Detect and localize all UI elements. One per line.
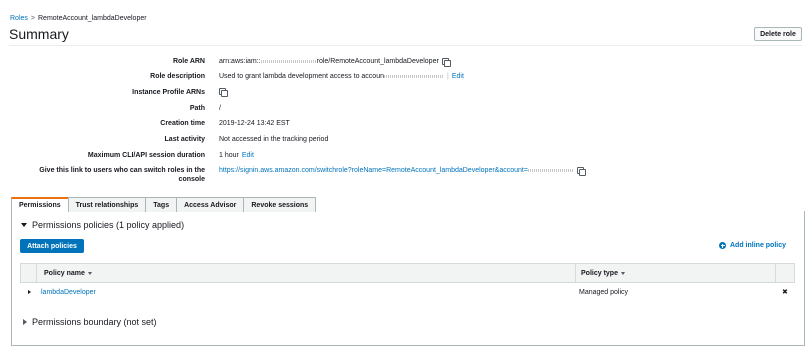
column-policy-type[interactable]: Policy type: [581, 264, 625, 283]
delete-role-button[interactable]: Delete role: [754, 27, 802, 41]
caret-right-icon: [23, 319, 27, 325]
policies-table: Policy name Policy type lambdaDeveloper …: [20, 263, 795, 301]
role-arn-label: Role ARN: [172, 58, 205, 65]
instance-profile-value: [219, 88, 228, 97]
tab-tags[interactable]: Tags: [145, 197, 178, 212]
edit-description-link[interactable]: Edit: [452, 72, 464, 81]
path-value: /: [219, 105, 221, 112]
add-circle-icon: [719, 242, 726, 249]
max-session-value: 1 hour Edit: [219, 151, 254, 160]
sort-icon: [87, 272, 92, 275]
policy-name-link[interactable]: lambdaDeveloper: [41, 283, 96, 301]
max-session-label: Maximum CLI/API session duration: [87, 152, 205, 159]
switch-role-label-line1: Give this link to users who can switch r…: [39, 167, 205, 174]
tab-permissions[interactable]: Permissions: [11, 197, 69, 212]
last-activity-value: Not accessed in the tracking period: [219, 136, 329, 143]
permissions-policies-title: Permissions policies (1 policy applied): [32, 220, 185, 230]
sort-icon: [620, 272, 625, 275]
copy-icon[interactable]: [441, 57, 451, 67]
max-session-duration: 1 hour: [219, 152, 239, 159]
tab-trust-relationships[interactable]: Trust relationships: [67, 197, 147, 212]
table-header: Policy name Policy type: [20, 263, 795, 283]
switch-role-value: https://signin.aws.amazon.com/switchrole…: [219, 166, 586, 176]
permissions-boundary-toggle[interactable]: Permissions boundary (not set): [23, 317, 157, 327]
column-divider: [36, 264, 37, 283]
copy-icon[interactable]: [219, 88, 228, 97]
tab-revoke-sessions[interactable]: Revoke sessions: [243, 197, 317, 212]
column-policy-name[interactable]: Policy name: [44, 264, 92, 283]
add-inline-policy-link[interactable]: Add inline policy: [719, 242, 786, 249]
column-policy-name-label: Policy name: [44, 270, 85, 277]
policy-type-value: Managed policy: [579, 288, 629, 296]
redacted-account-id: [260, 60, 317, 63]
add-inline-policy-label: Add inline policy: [730, 242, 787, 249]
role-description-text: Used to grant lambda development access …: [219, 73, 384, 80]
title-divider: [9, 45, 802, 46]
column-policy-type-label: Policy type: [581, 270, 618, 277]
switch-role-link[interactable]: https://signin.aws.amazon.com/switchrole…: [219, 166, 528, 175]
caret-down-icon: [21, 223, 27, 227]
role-arn-suffix: role/RemoteAccount_lambdaDeveloper: [316, 58, 439, 65]
creation-time-label: Creation time: [160, 120, 205, 127]
edit-session-link[interactable]: Edit: [242, 151, 254, 160]
role-arn-prefix: arn:aws:iam::: [219, 58, 261, 65]
last-activity-label: Last activity: [164, 136, 205, 143]
table-row: lambdaDeveloper Managed policy ✖: [20, 283, 795, 301]
tab-access-advisor[interactable]: Access Advisor: [176, 197, 245, 212]
breadcrumb-roles-link[interactable]: Roles: [10, 15, 28, 22]
switch-role-label-line2: console: [178, 176, 205, 183]
path-label: Path: [189, 105, 205, 112]
permissions-boundary-title: Permissions boundary (not set): [32, 317, 157, 327]
switch-role-label: Give this link to users who can switch r…: [39, 166, 205, 184]
detach-policy-icon[interactable]: ✖: [782, 283, 788, 301]
column-divider: [775, 264, 776, 283]
divider-bar: |: [447, 73, 449, 80]
breadcrumb-separator: >: [30, 15, 35, 22]
attach-policies-button[interactable]: Attach policies: [20, 239, 84, 253]
permissions-policies-toggle[interactable]: Permissions policies (1 policy applied): [21, 220, 184, 230]
role-description-value: Used to grant lambda development access …: [219, 72, 464, 81]
tab-bar: Permissions Trust relationships Tags Acc…: [11, 197, 317, 212]
redacted-account-id: [384, 75, 444, 78]
copy-icon[interactable]: [576, 166, 586, 176]
page-title: Summary: [9, 26, 69, 42]
breadcrumb-current: RemoteAccount_lambdaDeveloper: [38, 15, 147, 22]
redacted-account-id: [527, 169, 574, 172]
instance-profile-label: Instance Profile ARNs: [132, 89, 205, 96]
caret-right-icon: [28, 290, 31, 294]
column-divider: [575, 264, 576, 283]
role-arn-value: arn:aws:iam:: role/RemoteAccount_lambdaDe…: [219, 57, 451, 67]
expand-row-toggle[interactable]: [28, 283, 31, 301]
creation-time-value: 2019-12-24 13:42 EST: [219, 120, 290, 127]
role-description-label: Role description: [150, 73, 205, 80]
breadcrumb: Roles > RemoteAccount_lambdaDeveloper: [10, 15, 147, 22]
